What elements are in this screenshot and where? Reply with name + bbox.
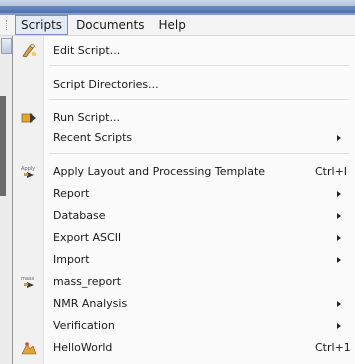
menu-item-apply-layout[interactable]: Apply Apply Layout and Processing Templa… (13, 162, 355, 182)
menu-item-verification[interactable]: Verification (13, 316, 355, 336)
svg-text:mass: mass (21, 276, 35, 282)
mass-report-label: mass_report (53, 275, 122, 288)
titlebar-band (0, 6, 355, 13)
menu-divider (49, 153, 349, 154)
menu-item-script-directories[interactable]: Script Directories... (13, 75, 355, 95)
menu-item-recent-scripts[interactable]: Recent Scripts (13, 128, 355, 148)
import-label: Import (53, 253, 90, 266)
submenu-arrow-icon (337, 235, 341, 241)
submenu-arrow-icon (337, 323, 341, 329)
report-label: Report (53, 187, 90, 200)
hello-world-icon (21, 341, 37, 355)
nmr-analysis-label: NMR Analysis (53, 297, 128, 310)
recent-scripts-label: Recent Scripts (53, 131, 133, 144)
menu-item-database[interactable]: Database (13, 206, 355, 226)
menu-divider (49, 99, 349, 100)
menu-bar: Scripts Documents Help (0, 15, 355, 36)
submenu-arrow-icon (337, 301, 341, 307)
menu-documents[interactable]: Documents (70, 15, 150, 35)
menu-item-run-script[interactable]: Run Script... (13, 108, 355, 128)
menu-item-edit-script[interactable]: Edit Script... (13, 41, 355, 61)
submenu-arrow-icon (337, 191, 341, 197)
export-ascii-label: Export ASCII (53, 231, 122, 244)
window-titlebar (0, 0, 355, 15)
submenu-arrow-icon (337, 135, 341, 141)
background-panel (0, 96, 6, 196)
mass-report-icon: mass (21, 275, 37, 289)
document-icon (1, 38, 12, 54)
apply-layout-label: Apply Layout and Processing Template (53, 165, 266, 178)
menu-item-import[interactable]: Import (13, 250, 355, 270)
apply-layout-shortcut: Ctrl+I (315, 165, 348, 178)
scripts-dropdown-menu: Edit Script... Script Directories... Run… (12, 36, 355, 364)
submenu-arrow-icon (337, 257, 341, 263)
script-directories-label: Script Directories... (53, 78, 159, 91)
menubar-grip (6, 20, 11, 30)
verification-label: Verification (53, 319, 115, 332)
submenu-arrow-icon (337, 213, 341, 219)
run-script-label: Run Script... (53, 111, 120, 124)
menu-item-export-ascii[interactable]: Export ASCII (13, 228, 355, 248)
menu-scripts[interactable]: Scripts (15, 15, 69, 35)
edit-script-label: Edit Script... (53, 44, 121, 57)
helloworld-label: HelloWorld (53, 341, 113, 354)
run-script-icon (21, 111, 37, 125)
menu-item-helloworld[interactable]: HelloWorld Ctrl+1 (13, 338, 355, 358)
menu-item-report[interactable]: Report (13, 184, 355, 204)
menu-item-mass-report[interactable]: mass mass_report (13, 272, 355, 292)
menu-help[interactable]: Help (152, 15, 191, 35)
helloworld-shortcut: Ctrl+1 (315, 341, 351, 354)
menu-divider (49, 65, 349, 66)
database-label: Database (53, 209, 106, 222)
menu-item-nmr-analysis[interactable]: NMR Analysis (13, 294, 355, 314)
script-edit-icon (21, 43, 37, 58)
apply-template-icon: Apply (21, 165, 37, 179)
svg-text:Apply: Apply (21, 166, 35, 172)
